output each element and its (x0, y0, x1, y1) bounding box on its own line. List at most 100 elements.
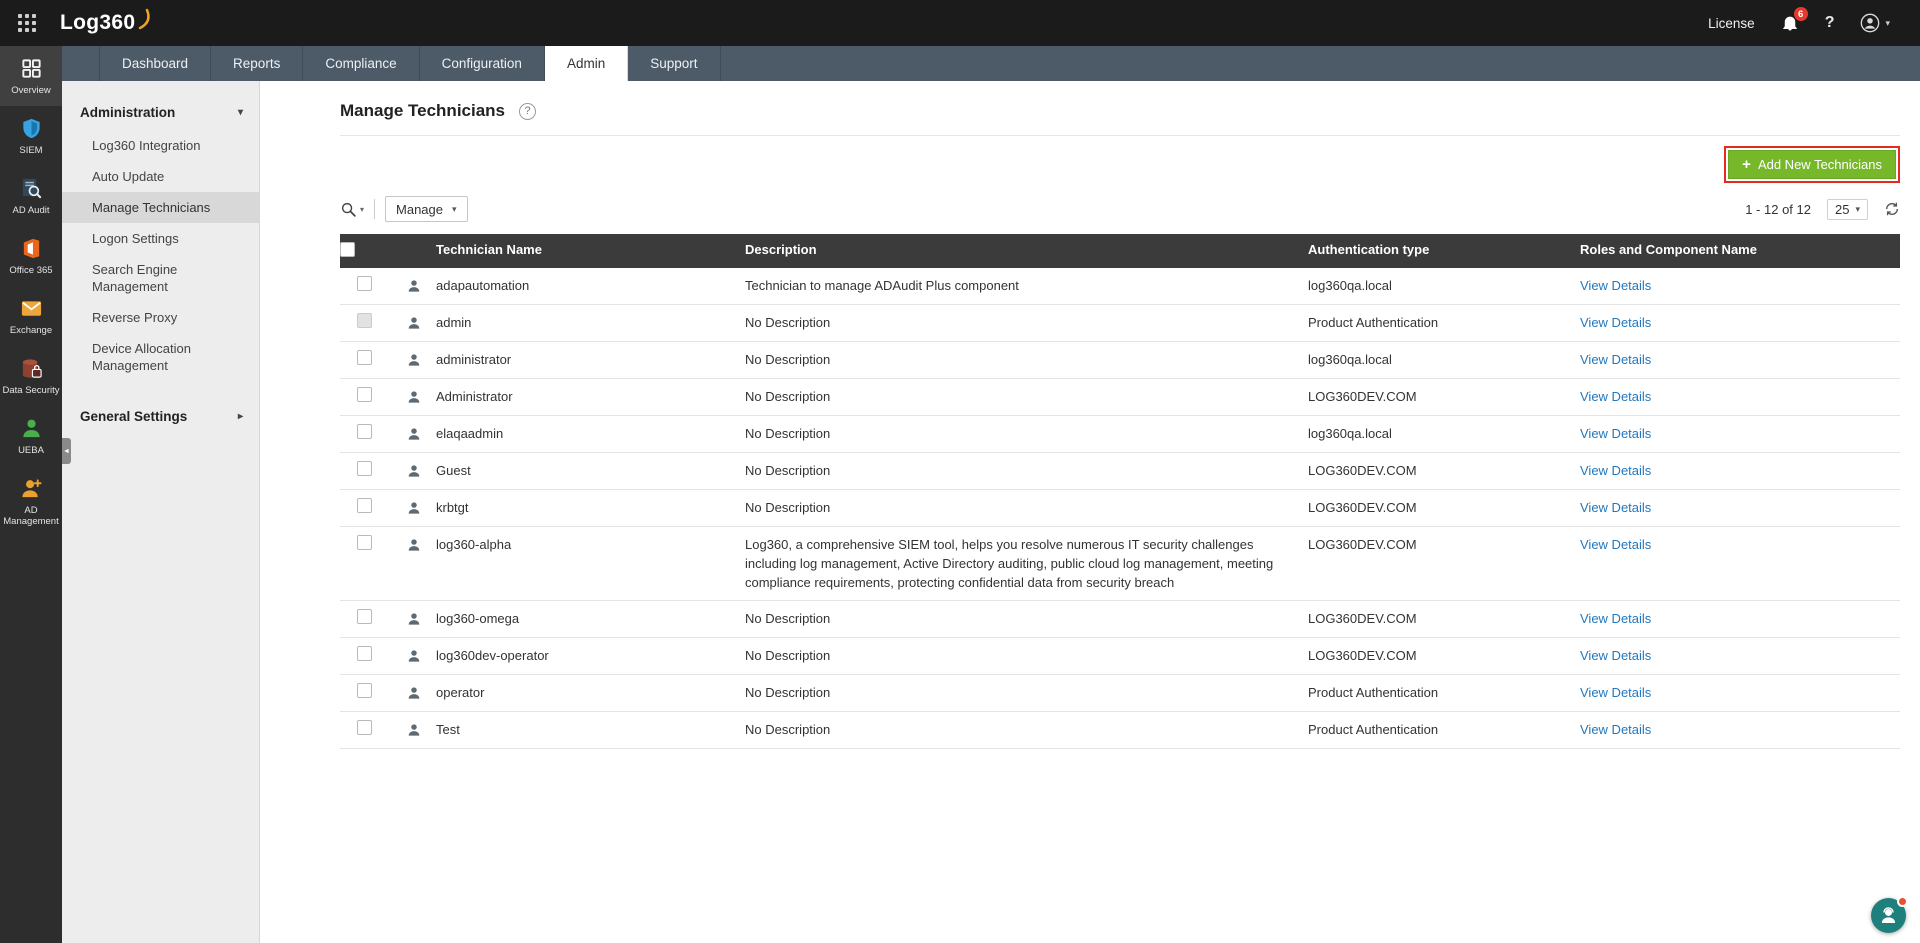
chevron-down-icon: ▾ (1855, 203, 1860, 214)
tab-reports[interactable]: Reports (211, 46, 304, 81)
view-details-link[interactable]: View Details (1580, 352, 1651, 367)
technician-name: log360dev-operator (436, 648, 549, 663)
technician-name: log360-alpha (436, 537, 512, 552)
chat-notification-dot (1897, 896, 1908, 907)
technician-description: No Description (745, 722, 831, 737)
sidebar-item-logon-settings[interactable]: Logon Settings (62, 223, 259, 254)
view-details-link[interactable]: View Details (1580, 315, 1651, 330)
license-link[interactable]: License (1708, 16, 1755, 31)
page-help-icon[interactable]: ? (519, 102, 537, 120)
view-details-link[interactable]: View Details (1580, 389, 1651, 404)
row-checkbox[interactable] (357, 646, 372, 661)
nav-tabs: Dashboard Reports Compliance Configuration A… (62, 46, 1920, 81)
row-checkbox[interactable] (357, 424, 372, 439)
sidebar-item-manage-technicians[interactable]: Manage Technicians (62, 192, 259, 223)
rail-item-ad-management[interactable]: AD Management (0, 466, 62, 537)
ad-management-icon (20, 477, 43, 500)
technician-description: No Description (745, 426, 831, 441)
technician-name: operator (436, 685, 485, 700)
view-details-link[interactable]: View Details (1580, 278, 1651, 293)
rail-item-label: Overview (11, 85, 51, 96)
authentication-type: Product Authentication (1308, 685, 1439, 700)
column-header-technician-name[interactable]: Technician Name (395, 234, 745, 268)
sidebar-item-device-allocation-management[interactable]: Device Allocation Management (62, 333, 259, 381)
notifications-bell-icon[interactable]: 6 (1781, 7, 1808, 32)
manage-dropdown[interactable]: Manage ▾ (385, 196, 468, 222)
rail-item-data-security[interactable]: Data Security (0, 346, 62, 406)
view-details-link[interactable]: View Details (1580, 611, 1651, 626)
rail-item-overview[interactable]: Overview (0, 46, 62, 106)
sidebar-item-auto-update[interactable]: Auto Update (62, 161, 259, 192)
row-checkbox[interactable] (357, 276, 372, 291)
notification-count-badge: 6 (1793, 7, 1808, 21)
technician-name: admin (436, 315, 472, 330)
column-header-roles[interactable]: Roles and Component Name (1580, 234, 1900, 268)
sidebar-item-reverse-proxy[interactable]: Reverse Proxy (62, 302, 259, 333)
tab-dashboard[interactable]: Dashboard (99, 46, 212, 81)
select-all-checkbox[interactable] (340, 242, 355, 257)
row-checkbox[interactable] (357, 350, 372, 365)
row-checkbox[interactable] (357, 683, 372, 698)
page-size-dropdown[interactable]: 25 ▾ (1827, 198, 1868, 220)
refresh-icon[interactable] (1884, 201, 1900, 217)
rail-item-exchange[interactable]: Exchange (0, 286, 62, 346)
help-icon[interactable]: ? (1825, 14, 1835, 32)
rail-item-office-365[interactable]: Office 365 (0, 226, 62, 286)
row-checkbox[interactable] (357, 720, 372, 735)
technician-name: elaqaadmin (436, 426, 504, 441)
user-menu[interactable]: ▾ (1860, 13, 1890, 33)
support-chat-button[interactable] (1871, 896, 1908, 933)
view-details-link[interactable]: View Details (1580, 685, 1651, 700)
column-header-description[interactable]: Description (745, 234, 1308, 268)
ad-audit-icon (20, 177, 43, 200)
technician-name: administrator (436, 352, 512, 367)
table-row: Administrator No Description LOG360DEV.COM… (340, 379, 1900, 416)
chevron-down-icon: ▾ (452, 203, 457, 214)
view-details-link[interactable]: View Details (1580, 648, 1651, 663)
row-checkbox[interactable] (357, 461, 372, 476)
view-details-link[interactable]: View Details (1580, 426, 1651, 441)
tab-support[interactable]: Support (628, 46, 721, 81)
view-details-link[interactable]: View Details (1580, 500, 1651, 515)
row-checkbox[interactable] (357, 313, 372, 328)
apps-grid-icon[interactable] (18, 14, 36, 32)
tab-configuration[interactable]: Configuration (420, 46, 545, 81)
table-row: krbtgt No Description LOG360DEV.COM View De… (340, 490, 1900, 527)
support-agent-icon (1881, 907, 1896, 923)
rail-item-ueba[interactable]: UEBA (0, 406, 62, 466)
column-header-authentication-type[interactable]: Authentication type (1308, 234, 1580, 268)
table-body: adapautomation Technician to manage ADAud… (340, 268, 1900, 749)
rail-item-label: Exchange (9, 325, 53, 336)
technician-name: log360-omega (436, 611, 520, 626)
row-checkbox[interactable] (357, 609, 372, 624)
technician-description: No Description (745, 648, 831, 663)
technicians-table: Technician Name Description Authenticati… (340, 234, 1900, 749)
sidebar-collapse-toggle[interactable]: ◄ (62, 438, 71, 464)
rail-item-label: AD Management (3, 505, 59, 527)
sidebar-items: Log360 Integration Auto Update Manage Tech… (62, 130, 259, 381)
tab-compliance[interactable]: Compliance (303, 46, 420, 81)
table-row: Test No Description Product Authentication… (340, 712, 1900, 749)
view-details-link[interactable]: View Details (1580, 537, 1651, 552)
technician-description: No Description (745, 389, 831, 404)
rail-item-siem[interactable]: SIEM (0, 106, 62, 166)
rail-item-label: Data Security (2, 385, 60, 396)
row-checkbox[interactable] (357, 387, 372, 402)
technician-description: Log360, a comprehensive SIEM tool, helps… (745, 537, 1274, 590)
authentication-type: Product Authentication (1308, 315, 1439, 330)
column-search-button[interactable]: ▾ (340, 201, 364, 218)
sidebar-section-administration[interactable]: Administration ▾ (62, 99, 259, 130)
table-row: log360dev-operator No Description LOG360DE… (340, 638, 1900, 675)
add-new-technicians-button[interactable]: + Add New Technicians (1728, 150, 1896, 179)
row-checkbox[interactable] (357, 535, 372, 550)
sidebar-section-general-settings[interactable]: General Settings ▸ (62, 403, 259, 434)
exchange-icon (20, 297, 43, 320)
view-details-link[interactable]: View Details (1580, 463, 1651, 478)
table-row: log360-omega No Description LOG360DEV.COM V… (340, 601, 1900, 638)
tab-admin[interactable]: Admin (544, 46, 629, 81)
sidebar-item-log360-integration[interactable]: Log360 Integration (62, 130, 259, 161)
sidebar-item-search-engine-management[interactable]: Search Engine Management (62, 254, 259, 302)
view-details-link[interactable]: View Details (1580, 722, 1651, 737)
rail-item-ad-audit[interactable]: AD Audit (0, 166, 62, 226)
row-checkbox[interactable] (357, 498, 372, 513)
